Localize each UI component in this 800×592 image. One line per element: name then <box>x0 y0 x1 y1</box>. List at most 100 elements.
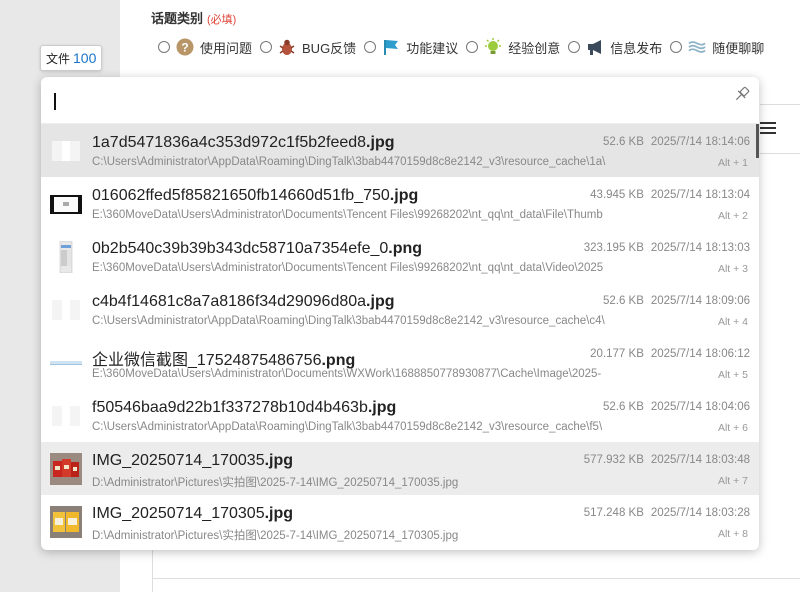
file-date: 2025/7/14 18:13:04 <box>650 189 750 201</box>
file-date: 2025/7/14 18:03:48 <box>650 454 750 466</box>
topic-category-heading: 话题类别 (必填) <box>151 8 236 27</box>
file-meta: 323.195 KB 2025/7/14 18:13:03 <box>584 242 750 254</box>
category-ideas[interactable]: 经验创意 <box>466 38 560 57</box>
file-path: C:\Users\Administrator\AppData\Roaming\D… <box>92 315 605 327</box>
file-name: IMG_20250714_170035.jpg <box>92 452 293 470</box>
file-size: 43.945 KB <box>590 189 644 201</box>
result-row[interactable]: IMG_20250714_170035.jpg D:\Administrator… <box>41 442 759 495</box>
scrollbar-thumb[interactable] <box>756 124 759 158</box>
file-name-base: 016062ffed5f85821650fb14660d51fb_750 <box>92 187 390 204</box>
category-label: 经验创意 <box>508 40 561 56</box>
file-meta: 20.177 KB 2025/7/14 18:06:12 <box>590 348 750 360</box>
file-size: 52.6 KB <box>602 401 644 413</box>
file-path: D:\Administrator\Pictures\实拍图\2025-7-14\… <box>92 530 459 542</box>
file-meta: 52.6 KB 2025/7/14 18:14:06 <box>603 136 750 148</box>
file-path: C:\Users\Administrator\AppData\Roaming\D… <box>92 156 606 168</box>
category-announce[interactable]: 信息发布 <box>568 38 662 57</box>
file-ext: .jpg <box>264 505 294 522</box>
result-row[interactable]: 0b2b540c39b39b343dc58710a7354efe_0.png E… <box>41 230 759 283</box>
file-path: E:\360MoveData\Users\Administrator\Docum… <box>92 262 604 274</box>
category-label: BUG反馈 <box>302 40 357 56</box>
flag-icon <box>382 38 400 56</box>
shortcut-hint: Alt + 7 <box>717 475 748 487</box>
result-row[interactable]: 016062ffed5f85821650fb14660d51fb_750.jpg… <box>41 177 759 230</box>
search-bar[interactable] <box>41 77 759 124</box>
category-chat[interactable]: 随便聊聊 <box>670 38 764 57</box>
file-thumbnail <box>50 294 82 326</box>
megaphone-icon <box>586 38 604 56</box>
file-name: 0b2b540c39b39b343dc58710a7354efe_0.png <box>92 240 422 258</box>
file-date: 2025/7/14 18:13:03 <box>650 242 750 254</box>
result-list: 1a7d5471836a4c353d972c1f5b2feed8.jpg C:\… <box>41 124 759 548</box>
radio-button[interactable] <box>568 41 581 53</box>
file-name: f50546baa9d22b1f337278b10d4b463b.jpg <box>92 399 396 417</box>
result-row[interactable]: IMG_20250714_170305.jpg D:\Administrator… <box>41 495 759 548</box>
file-name-base: f50546baa9d22b1f337278b10d4b463b <box>92 399 368 416</box>
required-hint: (必填) <box>207 14 237 26</box>
topic-category-label: 话题类别 <box>151 11 204 26</box>
radio-button[interactable] <box>260 41 273 53</box>
category-feature[interactable]: 功能建议 <box>364 38 458 57</box>
file-path: E:\360MoveData\Users\Administrator\Docum… <box>92 209 603 221</box>
file-name: IMG_20250714_170305.jpg <box>92 505 293 523</box>
radio-button[interactable] <box>670 41 683 53</box>
result-row[interactable]: f50546baa9d22b1f337278b10d4b463b.jpg C:\… <box>41 389 759 442</box>
radio-button[interactable] <box>364 41 377 53</box>
file-ext: .jpg <box>366 293 395 310</box>
shortcut-hint: Alt + 4 <box>717 316 748 328</box>
shortcut-hint: Alt + 6 <box>717 422 748 434</box>
file-ext: .png <box>321 352 356 369</box>
category-usage[interactable]: ? 使用问题 <box>158 38 252 57</box>
radio-button[interactable] <box>466 41 479 53</box>
file-search-popup: 1a7d5471836a4c353d972c1f5b2feed8.jpg C:\… <box>41 77 759 550</box>
category-radio-group: ? 使用问题 BUG反馈 功能建议 经验创意 信息发布 随便聊聊 <box>158 37 800 57</box>
file-name: 1a7d5471836a4c353d972c1f5b2feed8.jpg <box>92 134 394 152</box>
file-thumbnail <box>50 453 82 485</box>
file-count: 100 <box>73 50 97 66</box>
menu-icon[interactable] <box>760 122 776 136</box>
radio-button[interactable] <box>158 41 170 53</box>
result-row[interactable]: 企业微信截图_17524875486756.png E:\360MoveData… <box>41 336 759 389</box>
file-date: 2025/7/14 18:14:06 <box>650 136 750 148</box>
file-date: 2025/7/14 18:03:28 <box>650 507 750 519</box>
file-name-base: 0b2b540c39b39b343dc58710a7354efe_0 <box>92 240 389 257</box>
file-path: D:\Administrator\Pictures\实拍图\2025-7-14\… <box>92 477 459 489</box>
file-thumbnail <box>50 400 82 432</box>
file-thumbnail <box>50 135 82 167</box>
file-path: C:\Users\Administrator\AppData\Roaming\D… <box>92 421 603 433</box>
file-ext: .jpg <box>367 399 397 416</box>
file-count-tag[interactable]: 文件 100 <box>40 45 103 71</box>
file-tag-label: 文件 <box>46 51 71 66</box>
file-meta: 52.6 KB 2025/7/14 18:04:06 <box>603 401 750 413</box>
file-ext: .jpg <box>389 187 419 204</box>
result-row[interactable]: 1a7d5471836a4c353d972c1f5b2feed8.jpg C:\… <box>41 124 759 177</box>
file-size: 52.6 KB <box>602 295 644 307</box>
file-ext: .jpg <box>264 452 294 469</box>
file-name-base: 1a7d5471836a4c353d972c1f5b2feed8 <box>92 134 367 151</box>
category-bug[interactable]: BUG反馈 <box>260 38 356 57</box>
shortcut-hint: Alt + 5 <box>717 369 748 381</box>
result-row[interactable]: c4b4f14681c8a7a8186f34d29096d80a.jpg C:\… <box>41 283 759 336</box>
editor-border-left <box>152 550 153 592</box>
lightbulb-icon <box>484 38 502 56</box>
shortcut-hint: Alt + 8 <box>717 528 748 540</box>
file-name-base: IMG_20250714_170305 <box>92 505 265 522</box>
pin-icon[interactable] <box>733 85 751 103</box>
bug-icon <box>278 38 296 56</box>
file-name: 企业微信截图_17524875486756.png <box>92 346 355 370</box>
category-label: 随便聊聊 <box>712 40 765 56</box>
file-size: 323.195 KB <box>583 242 644 254</box>
question-circle-icon: ? <box>176 38 194 56</box>
file-path: E:\360MoveData\Users\Administrator\Docum… <box>92 368 602 380</box>
svg-text:?: ? <box>181 41 188 55</box>
text-cursor <box>54 93 56 110</box>
file-meta: 52.6 KB 2025/7/14 18:09:06 <box>603 295 750 307</box>
file-size: 20.177 KB <box>590 348 644 360</box>
file-name-base: IMG_20250714_170035 <box>92 452 265 469</box>
file-date: 2025/7/14 18:04:06 <box>650 401 750 413</box>
file-name-base: 企业微信截图_17524875486756 <box>92 352 322 369</box>
file-name: c4b4f14681c8a7a8186f34d29096d80a.jpg <box>92 293 394 311</box>
file-thumbnail <box>50 241 82 273</box>
file-size: 52.6 KB <box>602 136 644 148</box>
editor-border <box>152 578 800 579</box>
